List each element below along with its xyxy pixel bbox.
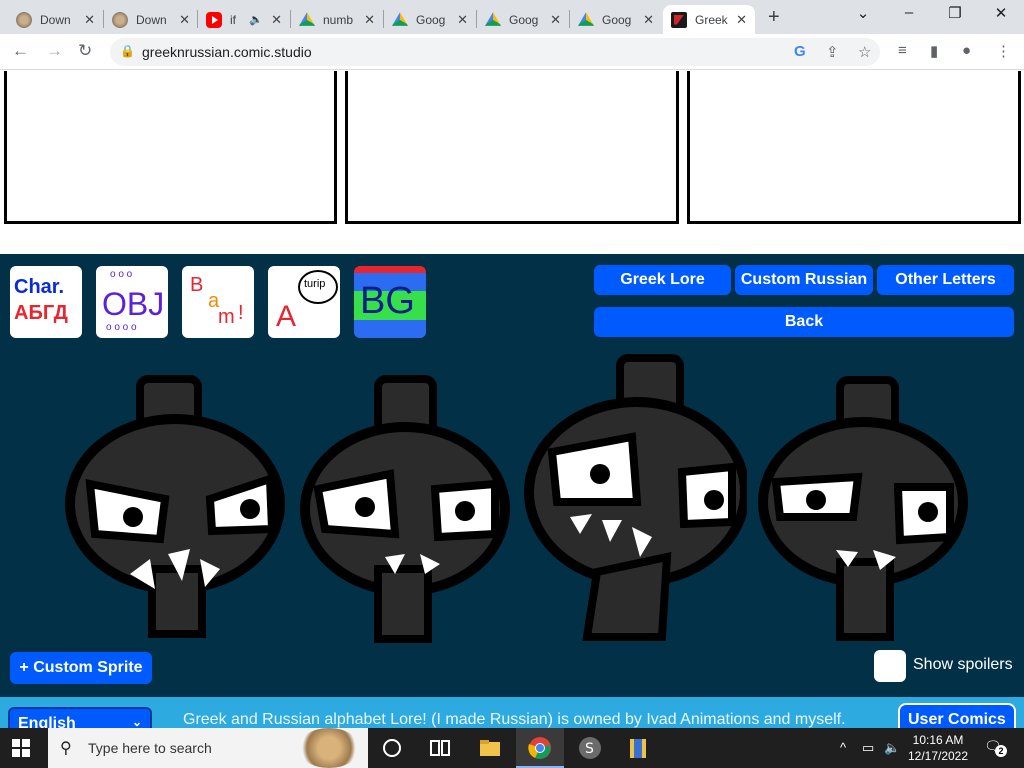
back-arrow-icon[interactable]: ← (12, 41, 29, 61)
browser-tab[interactable]: Goog ✕ (570, 5, 662, 34)
bookmark-star-icon[interactable]: ☆ (858, 43, 871, 61)
search-icon: ⚲ (60, 740, 72, 757)
close-icon[interactable]: ✕ (364, 12, 375, 28)
side-panel-icon[interactable]: ▮ (930, 42, 938, 60)
page-footer: English ⌄ Greek and Russian alphabet Lor… (0, 697, 1024, 728)
dots-decoration: o o o (110, 269, 133, 280)
comic-panels (0, 71, 1024, 254)
taskbar-clock[interactable]: 10:16 AM 12/17/2022 (902, 732, 974, 764)
tab-greek-lore[interactable]: Greek Lore (594, 265, 731, 295)
tab-other-letters[interactable]: Other Letters (877, 265, 1014, 295)
profile-avatar-icon[interactable]: ● (962, 42, 971, 59)
close-icon[interactable]: ✕ (271, 12, 282, 28)
language-select[interactable]: English ⌄ (8, 707, 152, 728)
lion-icon (16, 11, 32, 28)
taskbar-search[interactable]: ⚲ Type here to search (48, 728, 368, 768)
show-spoilers-label: Show spoilers (913, 656, 1013, 673)
show-spoilers-checkbox[interactable] (874, 650, 906, 682)
category-objects-button[interactable]: OBJ o o o o o o o (96, 266, 168, 338)
browser-tab[interactable]: Goog ✕ (384, 5, 476, 34)
comic-panel-3[interactable] (687, 71, 1021, 224)
greek-icon (671, 11, 687, 28)
drive-icon (578, 12, 594, 26)
close-icon[interactable]: ✕ (179, 12, 190, 28)
sprite-editor: Char. АБГД OBJ o o o o o o o B a m ! tur… (0, 254, 1024, 697)
media-queue-icon[interactable]: ≡ (898, 42, 907, 59)
file-explorer-icon[interactable] (478, 736, 502, 760)
sprite-angry-letter-3[interactable] (522, 352, 747, 644)
volume-icon[interactable]: 🔈 (884, 740, 900, 756)
page-content: Char. АБГД OBJ o o o o o o o B a m ! tur… (0, 71, 1024, 728)
browser-tab-strip: Down ✕ Down ✕ if 🔈 ✕ numb ✕ Goog ✕ Goog … (0, 0, 1024, 34)
windows-start-icon[interactable] (12, 739, 30, 757)
reload-icon[interactable]: ↻ (78, 41, 92, 61)
forward-arrow-icon[interactable]: → (46, 41, 63, 61)
notification-center-icon[interactable]: 🗨 2 (984, 738, 1007, 757)
cortana-icon[interactable] (380, 736, 404, 760)
network-icon[interactable]: ▭ (862, 740, 874, 756)
user-comics-button[interactable]: User Comics (898, 703, 1016, 728)
comic-panel-2[interactable] (345, 71, 679, 224)
url-text[interactable]: greeknrussian.comic.studio (142, 44, 312, 60)
speaker-icon[interactable]: 🔈 (249, 13, 263, 26)
category-effects-button[interactable]: B a m ! (182, 266, 254, 338)
chrome-icon[interactable] (528, 736, 552, 760)
category-background-button[interactable]: BG (354, 266, 426, 338)
minimize-icon[interactable]: – (886, 4, 932, 21)
custom-sprite-button[interactable]: + Custom Sprite (10, 652, 152, 684)
menu-kebab-icon[interactable]: ⋮ (996, 42, 1011, 60)
back-button[interactable]: Back (594, 307, 1014, 337)
close-window-icon[interactable]: ✕ (978, 4, 1024, 22)
drive-icon (299, 12, 315, 26)
search-highlight-image (298, 728, 360, 768)
category-text-button[interactable]: turip A (268, 266, 340, 338)
close-icon[interactable]: ✕ (457, 12, 468, 28)
close-icon[interactable]: ✕ (550, 12, 561, 28)
close-icon[interactable]: ✕ (643, 12, 654, 28)
sprite-angry-letter-4[interactable] (758, 372, 968, 644)
tab-custom-russian[interactable]: Custom Russian (735, 265, 873, 295)
google-icon[interactable]: G (794, 43, 806, 60)
sprite-angry-letter-2[interactable] (300, 369, 515, 644)
sprite-angry-letter-1[interactable] (60, 369, 290, 644)
app-s-icon[interactable]: S (578, 736, 602, 760)
youtube-icon (206, 11, 222, 28)
task-view-icon[interactable] (428, 736, 452, 760)
close-icon[interactable]: ✕ (736, 12, 747, 28)
browser-tab[interactable]: numb ✕ (291, 5, 383, 34)
svg-text:S: S (585, 741, 594, 757)
browser-tab[interactable]: Goog ✕ (477, 5, 569, 34)
tab-search-icon[interactable]: ⌄ (840, 4, 886, 22)
tray-chevron-up-icon[interactable]: ^ (840, 740, 846, 755)
chevron-down-icon: ⌄ (131, 715, 142, 728)
share-icon[interactable]: ⇪ (826, 43, 839, 61)
comic-panel-1[interactable] (4, 71, 337, 224)
lock-icon: 🔒 (120, 44, 135, 58)
restore-icon[interactable]: ❐ (932, 4, 978, 22)
dots-decoration: o o o o (106, 322, 137, 333)
windows-taskbar: ⚲ Type here to search S ^ ▭ 🔈 10:16 AM 1… (0, 728, 1024, 768)
lion-icon (112, 11, 128, 28)
close-icon[interactable]: ✕ (84, 12, 95, 28)
drive-icon (485, 12, 501, 26)
address-bar[interactable]: 🔒 greeknrussian.comic.studio G ⇪ ☆ (110, 38, 880, 66)
category-characters-button[interactable]: Char. АБГД (10, 266, 82, 338)
credit-text: Greek and Russian alphabet Lore! (I made… (183, 711, 846, 728)
new-tab-icon[interactable]: + (768, 6, 780, 29)
browser-tab[interactable]: Down ✕ (104, 5, 198, 34)
browser-toolbar: ← → ↻ 🔒 greeknrussian.comic.studio G ⇪ ☆… (0, 34, 1024, 70)
drive-icon (392, 12, 408, 26)
archive-app-icon[interactable] (626, 736, 650, 760)
browser-tab-active[interactable]: Greek ✕ (663, 5, 755, 34)
browser-tab[interactable]: if 🔈 ✕ (198, 5, 290, 34)
browser-tab[interactable]: Down ✕ (8, 5, 103, 34)
